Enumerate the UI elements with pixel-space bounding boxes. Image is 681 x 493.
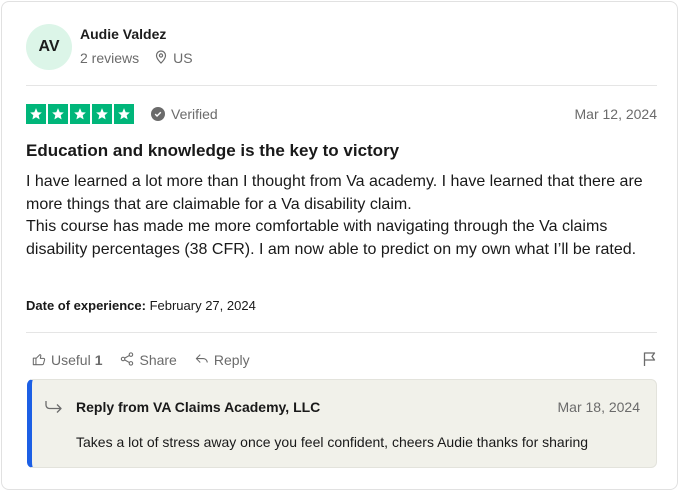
reply-author: Reply from VA Claims Academy, LLC: [76, 399, 321, 415]
location-pin-icon: [155, 49, 173, 67]
review-paragraph: I have learned a lot more than I thought…: [26, 173, 643, 213]
star-rating: [26, 104, 134, 124]
actions-divider: [26, 332, 657, 333]
review-date: Mar 12, 2024: [574, 106, 658, 122]
useful-button[interactable]: Useful 1: [32, 352, 102, 369]
star-icon: [70, 104, 90, 124]
share-icon: [120, 351, 139, 369]
thumbs-up-icon: [32, 352, 51, 369]
share-button[interactable]: Share: [120, 351, 177, 369]
reply-text: Takes a lot of stress away once you feel…: [76, 434, 589, 450]
reply-arrow-icon: [45, 400, 63, 419]
useful-count: 1: [94, 352, 103, 368]
reviewer-meta: 2 reviews US: [80, 49, 193, 67]
check-icon: [151, 107, 165, 121]
reply-label: Reply: [213, 352, 250, 368]
header-divider: [26, 85, 657, 86]
reviewer-name[interactable]: Audie Valdez: [80, 26, 193, 42]
company-reply: Reply from VA Claims Academy, LLC Mar 18…: [27, 379, 657, 468]
rating-row: Verified Mar 12, 2024: [26, 103, 657, 125]
verified-badge[interactable]: Verified: [151, 106, 218, 122]
reviewer-header: AV Audie Valdez 2 reviews US: [26, 24, 193, 70]
review-card: AV Audie Valdez 2 reviews US Verified Ma…: [1, 1, 678, 490]
star-icon: [92, 104, 112, 124]
star-icon: [26, 104, 46, 124]
star-icon: [114, 104, 134, 124]
star-icon: [48, 104, 68, 124]
review-paragraph: This course has made me more comfortable…: [26, 218, 637, 258]
location-text: US: [173, 50, 193, 66]
useful-label: Useful: [51, 352, 91, 368]
review-body: I have learned a lot more than I thought…: [26, 171, 658, 261]
reply-date: Mar 18, 2024: [557, 399, 641, 415]
experience-date: February 27, 2024: [149, 298, 256, 313]
reply-button[interactable]: Reply: [195, 352, 250, 369]
review-actions: Useful 1 Share Reply: [32, 351, 657, 369]
reviewer-location: US: [155, 49, 193, 67]
date-of-experience: Date of experience: February 27, 2024: [26, 298, 256, 313]
experience-label: Date of experience:: [26, 298, 146, 313]
verified-label: Verified: [171, 106, 218, 122]
reply-icon: [195, 352, 214, 369]
review-title[interactable]: Education and knowledge is the key to vi…: [26, 141, 399, 161]
flag-icon[interactable]: [643, 351, 657, 370]
reviewer-info: Audie Valdez 2 reviews US: [80, 26, 193, 67]
avatar[interactable]: AV: [26, 24, 72, 70]
share-label: Share: [139, 352, 177, 368]
reviews-count: 2 reviews: [80, 50, 140, 66]
